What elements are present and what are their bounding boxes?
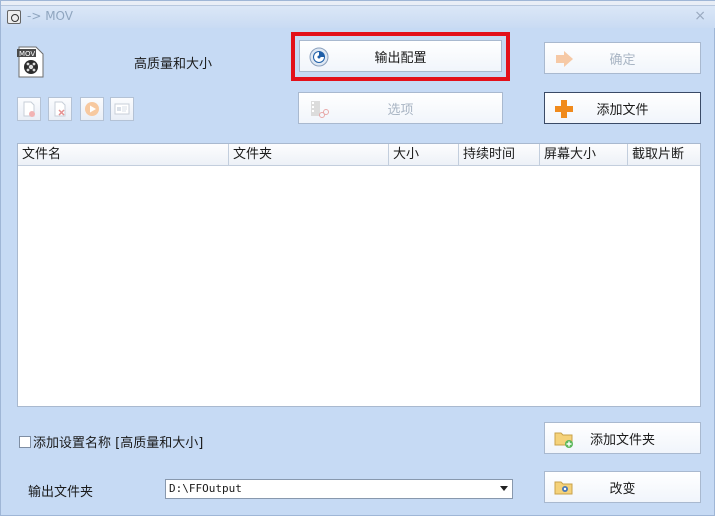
output-folder-value: D:\FFOutput xyxy=(169,482,242,495)
add-setting-name-row[interactable]: 添加设置名称 [高质量和大小] xyxy=(19,432,203,451)
add-file-button[interactable]: 添加文件 xyxy=(544,92,701,124)
column-size[interactable]: 大小 xyxy=(389,144,459,166)
add-setting-name-label: 添加设置名称 [高质量和大小] xyxy=(33,436,204,451)
media-info-button[interactable] xyxy=(110,97,134,121)
film-scissors-icon xyxy=(307,98,329,120)
close-button[interactable]: × xyxy=(694,8,706,24)
column-clip[interactable]: 截取片断 xyxy=(628,144,700,166)
options-button[interactable]: 选项 xyxy=(298,92,503,124)
options-label: 选项 xyxy=(387,102,414,118)
ok-button[interactable]: 确定 xyxy=(544,42,701,74)
converter-window: -> MOV × MOV 高质量和大小 输出配置 确定 选项 添加文件 文件名 … xyxy=(0,0,715,516)
window-title: -> MOV xyxy=(27,9,73,23)
highlight-annotation xyxy=(291,32,510,81)
change-label: 改变 xyxy=(609,481,636,497)
clear-list-icon xyxy=(54,101,66,117)
svg-text:MOV: MOV xyxy=(19,50,35,58)
add-folder-button[interactable]: 添加文件夹 xyxy=(544,422,701,454)
arrow-right-icon xyxy=(553,48,575,70)
add-file-label: 添加文件 xyxy=(596,102,649,118)
file-list-header: 文件名 文件夹 大小 持续时间 屏幕大小 截取片断 xyxy=(18,144,700,166)
play-button[interactable] xyxy=(80,97,104,121)
column-screen-size[interactable]: 屏幕大小 xyxy=(540,144,628,166)
title-bar[interactable]: -> MOV × xyxy=(1,6,715,28)
mov-file-icon: MOV xyxy=(16,46,46,78)
file-list[interactable]: 文件名 文件夹 大小 持续时间 屏幕大小 截取片断 xyxy=(17,143,701,407)
ok-label: 确定 xyxy=(609,52,636,68)
output-folder-label: 输出文件夹 xyxy=(28,485,94,500)
column-filename[interactable]: 文件名 xyxy=(18,144,229,166)
change-button[interactable]: 改变 xyxy=(544,471,701,503)
clear-list-button[interactable] xyxy=(48,97,72,121)
remove-file-icon xyxy=(23,101,35,117)
profile-name: 高质量和大小 xyxy=(134,57,213,72)
column-folder[interactable]: 文件夹 xyxy=(229,144,389,166)
app-icon xyxy=(7,10,21,24)
column-duration[interactable]: 持续时间 xyxy=(459,144,540,166)
chevron-down-icon[interactable] xyxy=(500,486,508,491)
media-info-icon xyxy=(114,103,130,115)
play-icon xyxy=(85,102,99,116)
plus-icon xyxy=(553,98,575,120)
folder-open-icon xyxy=(553,477,575,499)
add-folder-label: 添加文件夹 xyxy=(589,432,655,448)
output-folder-select[interactable]: D:\FFOutput xyxy=(165,479,513,499)
add-setting-name-checkbox[interactable] xyxy=(19,435,31,448)
remove-file-button[interactable] xyxy=(17,97,41,121)
folder-add-icon xyxy=(553,428,575,450)
